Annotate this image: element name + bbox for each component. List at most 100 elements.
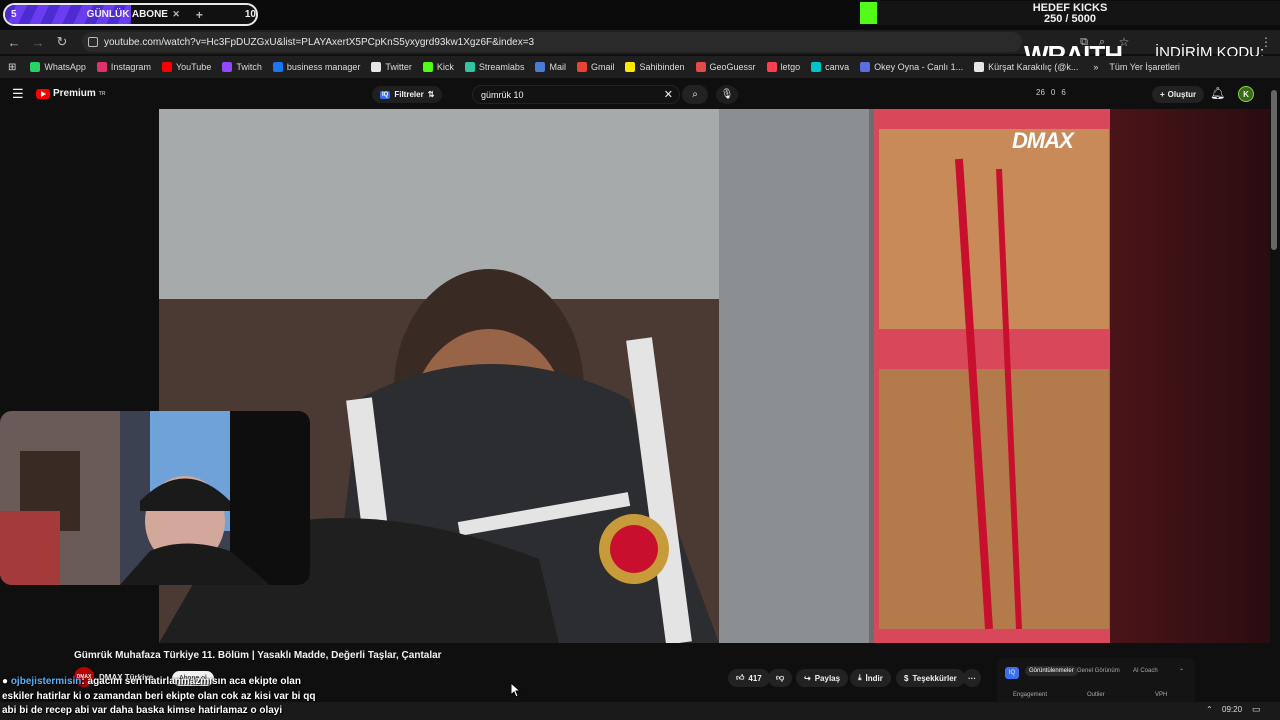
share-button[interactable]: ↪ Paylaş: [796, 669, 849, 687]
close-icon[interactable]: ✕: [172, 9, 180, 20]
stat-likes: 0: [1050, 88, 1056, 97]
sub-goal-target: 10: [244, 9, 256, 20]
new-tab-icon[interactable]: +: [196, 8, 203, 22]
thumbs-down-icon: 👎︎: [776, 673, 785, 682]
notification-center-icon[interactable]: ▭: [1252, 704, 1261, 715]
extension-stats: 26 0 6: [1036, 88, 1066, 97]
vidiq-icon: IQ: [1005, 667, 1019, 679]
bookmark-label: Sahibinden: [639, 62, 685, 72]
all-bookmarks-folder[interactable]: Tüm Yer İşaretleri: [1109, 62, 1180, 72]
page-scrollbar[interactable]: [1271, 90, 1277, 250]
metric-outlier: Outlier: [1087, 692, 1105, 698]
youtube-logo[interactable]: Premium TR: [36, 88, 105, 99]
bookmark-favicon-icon: [422, 62, 433, 72]
download-label: İndir: [865, 673, 883, 683]
reload-icon[interactable]: ↻: [52, 32, 72, 52]
chat-bubble-icon: ●: [2, 676, 9, 687]
chat-username: ojbejistermisin: [10, 676, 82, 687]
video-side-fill: [1110, 109, 1270, 643]
url-bar[interactable]: youtube.com/watch?v=Hc3FpDUZGxU&list=PLA…: [82, 32, 1022, 52]
download-button[interactable]: ⤓ İndir: [850, 669, 891, 687]
bookmark-favicon-icon: [811, 62, 822, 72]
microphone-icon: 🎙︎: [720, 89, 734, 100]
bookmark-item[interactable]: Okey Oyna - Canlı 1...: [860, 62, 963, 72]
kick-goal-fill: [860, 2, 877, 24]
video-title: Gümrük Muhafaza Türkiye 11. Bölüm | Yasa…: [74, 650, 442, 661]
search-button[interactable]: ⌕: [682, 85, 708, 104]
thanks-icon: $: [904, 673, 909, 683]
bookmark-item[interactable]: Kürşat Karakılıç (@k...: [974, 62, 1078, 72]
bookmark-favicon-icon: [766, 62, 777, 72]
bookmark-label: Instagram: [110, 62, 151, 72]
tab-overview[interactable]: Genel Görünüm: [1077, 668, 1120, 674]
bookmark-favicon-icon: [96, 62, 107, 72]
tab-ai-coach[interactable]: AI Coach: [1133, 668, 1158, 674]
notifications-bell-icon[interactable]: 🔔︎: [1210, 86, 1225, 100]
apps-grid-icon[interactable]: ⊞: [8, 62, 16, 73]
thumbs-up-icon: 👍︎: [736, 673, 745, 682]
bookmark-favicon-icon: [161, 62, 172, 72]
bookmark-label: canva: [825, 62, 850, 72]
site-info-icon[interactable]: [88, 37, 98, 47]
tab-views[interactable]: Görüntülenmeler: [1025, 666, 1078, 676]
webcam-image: [0, 411, 310, 585]
bookmark-item[interactable]: Kick: [422, 62, 454, 72]
account-avatar[interactable]: K: [1238, 86, 1254, 102]
bookmark-item[interactable]: letgo: [766, 62, 800, 72]
voice-search-button[interactable]: 🎙︎: [716, 85, 738, 104]
youtube-region: TR: [98, 90, 106, 97]
bookmark-favicon-icon: [860, 62, 871, 72]
thanks-button[interactable]: $ Teşekkürler: [896, 669, 965, 687]
chevron-up-icon[interactable]: ⌃: [1179, 668, 1184, 675]
bookmark-favicon-icon: [222, 62, 233, 72]
sliders-icon: ⇅: [427, 90, 435, 99]
back-icon[interactable]: ←: [4, 32, 24, 52]
download-icon: ⤓: [858, 673, 862, 682]
streamer-webcam: [0, 411, 310, 585]
bookmark-item[interactable]: Sahibinden: [625, 62, 685, 72]
bookmark-item[interactable]: GeoGuessr: [695, 62, 756, 72]
bookmark-item[interactable]: Streamlabs: [464, 62, 525, 72]
bookmark-label: Streamlabs: [478, 62, 525, 72]
stat-comments: 6: [1061, 88, 1066, 97]
like-button[interactable]: 👍︎ 417: [728, 669, 770, 687]
create-button[interactable]: + Oluştur: [1152, 86, 1205, 103]
mouse-cursor-icon: [511, 683, 521, 697]
bookmarks-overflow-icon[interactable]: »: [1093, 62, 1098, 72]
filters-button[interactable]: IQ Filtreler ⇅: [372, 86, 443, 103]
bookmark-item[interactable]: Instagram: [96, 62, 151, 72]
bookmark-item[interactable]: Gmail: [576, 62, 615, 72]
sub-goal-bar: 5 GÜNLÜK ABONE ✕ + 10: [3, 3, 258, 26]
bookmark-favicon-icon: [464, 62, 475, 72]
hamburger-menu-icon[interactable]: ☰: [12, 86, 24, 102]
bookmark-label: Gmail: [590, 62, 615, 72]
taskbar-clock: 09:20: [1222, 705, 1243, 714]
forward-icon[interactable]: →: [28, 32, 48, 52]
thanks-label: Teşekkürler: [912, 673, 957, 683]
dislike-button[interactable]: 👎︎: [768, 669, 793, 687]
bookmark-item[interactable]: canva: [811, 62, 849, 72]
plus-icon: +: [1160, 90, 1165, 99]
bookmark-label: Kürşat Karakılıç (@k...: [988, 62, 1079, 72]
bookmark-item[interactable]: Mail: [535, 62, 566, 72]
like-count: 417: [748, 673, 762, 683]
bookmark-label: YouTube: [175, 62, 212, 72]
search-input[interactable]: gümrük 10 ✕: [472, 85, 680, 104]
filters-label: Filtreler: [394, 90, 424, 99]
bookmark-item[interactable]: business manager: [272, 62, 360, 72]
stat-views: 26: [1036, 88, 1045, 97]
bookmark-favicon-icon: [272, 62, 283, 72]
bookmark-item[interactable]: Twitch: [222, 62, 262, 72]
bookmark-label: Twitter: [385, 62, 412, 72]
bookmark-item[interactable]: WhatsApp: [30, 62, 86, 72]
channel-watermark: DMAX: [1012, 128, 1074, 153]
bookmark-item[interactable]: Twitter: [371, 62, 412, 72]
url-text: youtube.com/watch?v=Hc3FpDUZGxU&list=PLA…: [104, 36, 535, 48]
analytics-panel: IQ Görüntülenmeler Genel Görünüm AI Coac…: [997, 658, 1195, 708]
bookmark-favicon-icon: [371, 62, 382, 72]
metric-engagement: Engagement: [1013, 692, 1048, 698]
bookmark-item[interactable]: YouTube: [161, 62, 212, 72]
more-actions-button[interactable]: ···: [963, 669, 981, 687]
clear-search-icon[interactable]: ✕: [664, 88, 673, 101]
chevron-up-tray-icon[interactable]: ⌃: [1206, 705, 1213, 714]
